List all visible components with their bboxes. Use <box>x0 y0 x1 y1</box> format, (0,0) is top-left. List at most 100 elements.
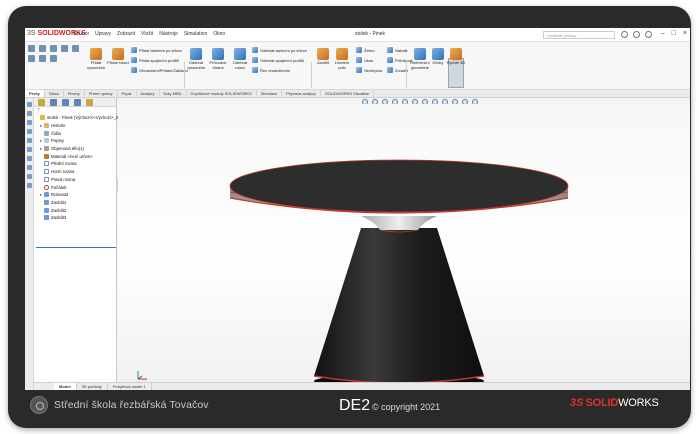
smart-dimension-icon[interactable] <box>27 111 32 116</box>
menu-soubor[interactable]: Soubor <box>73 31 89 37</box>
tab-analyzy[interactable]: Analýzy <box>137 90 160 97</box>
appearance-icon[interactable] <box>27 174 32 179</box>
mirror-button[interactable]: Zrcadlit <box>387 67 408 73</box>
extruded-cut-button[interactable]: Odebrat vysunutím <box>185 48 207 70</box>
ribbon-separator <box>406 62 407 88</box>
lofted-cut-button[interactable]: Odebrat spojením profilů <box>252 57 304 63</box>
tab-visualize[interactable]: SOLIDWORKS Visualize <box>321 90 375 97</box>
tree-item[interactable]: Pravá rovina <box>34 176 116 184</box>
tab-prvky[interactable]: Prvky <box>25 90 45 97</box>
menu-nastroje[interactable]: Nástroje <box>159 31 178 37</box>
swept-cut-button[interactable]: Odebrat tažením po křivce <box>252 47 307 53</box>
tree-item[interactable]: Přední rovina <box>34 160 116 168</box>
tabletop[interactable] <box>229 159 569 214</box>
maximize-icon[interactable]: □ <box>672 30 676 37</box>
tree-item[interactable]: ▸ Rotovat3 <box>34 191 116 199</box>
tree-item[interactable]: Čidla <box>34 129 116 137</box>
tree-item[interactable]: Horní rovina <box>34 168 116 176</box>
tab-popis[interactable]: Popis <box>118 90 137 97</box>
print-icon[interactable] <box>72 45 79 52</box>
model-viewport[interactable] <box>118 104 690 382</box>
tree-item[interactable]: Materiál <není určen> <box>34 152 116 160</box>
tab-skica[interactable]: Skica <box>45 90 64 97</box>
school-name: Střední škola řezbářská Tovačov <box>54 399 209 411</box>
hole-wizard-button[interactable]: Průvodce dírami <box>207 48 229 70</box>
device-frame: 3S SOLIDWORKS Soubor Úpravy Zobrazit Vlo… <box>8 6 691 428</box>
shell-button[interactable]: Skořepina <box>356 67 382 73</box>
linear-pattern-button[interactable]: Lineární pole <box>331 48 353 70</box>
tab-simulace[interactable]: Simulace <box>257 90 283 97</box>
tree-item-label: Horní rovina <box>51 169 75 175</box>
rib-button[interactable]: Žebro <box>356 47 374 53</box>
tab-doplnkove-moduly[interactable]: Doplňkové moduly SOLIDWORKS <box>187 90 257 97</box>
tab-prime-upravy[interactable]: Přímé úpravy <box>85 90 118 97</box>
solidworks-wordmark: SOLIDWORKS <box>585 397 658 409</box>
settings-icon[interactable] <box>645 31 652 38</box>
line-tool-icon[interactable] <box>27 120 32 125</box>
dimxpert-icon[interactable] <box>74 99 81 106</box>
help-icon[interactable] <box>621 31 628 38</box>
menu-simulation[interactable]: Simulation <box>184 31 207 37</box>
tree-item[interactable]: Zaoblit3 <box>34 214 116 222</box>
menu-vlozit[interactable]: Vložit <box>141 31 153 37</box>
open-icon[interactable] <box>50 45 57 52</box>
options-icon[interactable] <box>39 55 46 62</box>
base-cone <box>314 228 484 382</box>
photoview-icon[interactable] <box>27 183 32 188</box>
menu-upravy[interactable]: Úpravy <box>95 31 111 37</box>
revolved-cut-button[interactable]: Odebrat rotací <box>229 48 251 70</box>
propertymanager-icon[interactable] <box>50 99 57 106</box>
menu-okno[interactable]: Okno <box>213 31 225 37</box>
feat-icon <box>44 215 49 221</box>
tree-item[interactable]: Počátek <box>34 183 116 191</box>
select-icon[interactable] <box>50 55 57 62</box>
folder-icon <box>44 123 49 129</box>
tree-item[interactable]: stolek - Pinek (Výchozí<<Výchozí>_Z <box>34 114 119 122</box>
tab-koty-mbd[interactable]: Kóty MBD <box>160 90 187 97</box>
filter-icon[interactable]: ▽ <box>34 107 116 114</box>
tree-item[interactable]: ▸ Historie <box>34 122 116 130</box>
circle-tool-icon[interactable] <box>27 129 32 134</box>
close-icon[interactable]: × <box>683 30 687 37</box>
revolved-boss-button[interactable]: Přidat rotací <box>107 48 129 66</box>
mat-icon <box>44 153 49 159</box>
quick-access-row-1 <box>28 45 79 52</box>
search-commands-input[interactable]: Vyhledat příkazy <box>543 31 615 39</box>
linear-pattern-icon <box>336 48 348 60</box>
home-icon[interactable] <box>28 45 35 52</box>
axis-triad-icon <box>137 371 147 380</box>
tree-item[interactable]: ▸ Popisy <box>34 137 116 145</box>
table-base[interactable] <box>313 228 485 382</box>
boundary-cut-button[interactable]: Řez ohraničením <box>252 67 290 73</box>
trim-tool-icon[interactable] <box>27 147 32 152</box>
sketch-tool-icon[interactable] <box>27 102 32 107</box>
solidworks-window: 3S SOLIDWORKS Soubor Úpravy Zobrazit Vlo… <box>25 28 690 390</box>
relations-icon[interactable] <box>27 156 32 161</box>
menu-zobrazit[interactable]: Zobrazit <box>117 31 135 37</box>
tree-item[interactable]: ▸ Objemová tělo(1) <box>34 145 116 153</box>
user-icon[interactable] <box>633 31 640 38</box>
tab-priprava-analyzy[interactable]: Příprava analýzy <box>282 90 321 97</box>
wrap-button[interactable]: Nabalit <box>387 47 407 53</box>
featuremanager-tree-icon[interactable] <box>38 99 45 106</box>
display-manager-icon[interactable] <box>86 99 93 106</box>
measure-icon[interactable] <box>27 165 32 170</box>
wrap-icon <box>387 47 393 53</box>
draft-button[interactable]: Úkos <box>356 57 373 63</box>
tree-item[interactable]: Zaoblit2 <box>34 206 116 214</box>
swept-boss-button[interactable]: Přidat tažením po křivce <box>131 47 182 53</box>
arc-tool-icon[interactable] <box>27 138 32 143</box>
rebuild-icon[interactable] <box>28 55 35 62</box>
graphics-area[interactable] <box>118 104 690 382</box>
tab-plochy[interactable]: Plochy <box>64 90 85 97</box>
save-icon[interactable] <box>61 45 68 52</box>
tree-item[interactable]: Zaoblit1 <box>34 199 116 207</box>
configurationmanager-icon[interactable] <box>62 99 69 106</box>
minimize-icon[interactable]: – <box>661 30 665 37</box>
rollback-bar[interactable] <box>36 247 116 248</box>
extruded-boss-button[interactable]: Přidat vysunutím <box>85 48 107 70</box>
instant-3d-button[interactable]: Rychlé 3D <box>445 48 467 66</box>
boundary-boss-button[interactable]: Ohraničení/Přidání/Základu <box>131 67 188 73</box>
lofted-boss-button[interactable]: Přidat spojením profilů <box>131 57 179 63</box>
new-icon[interactable] <box>39 45 46 52</box>
